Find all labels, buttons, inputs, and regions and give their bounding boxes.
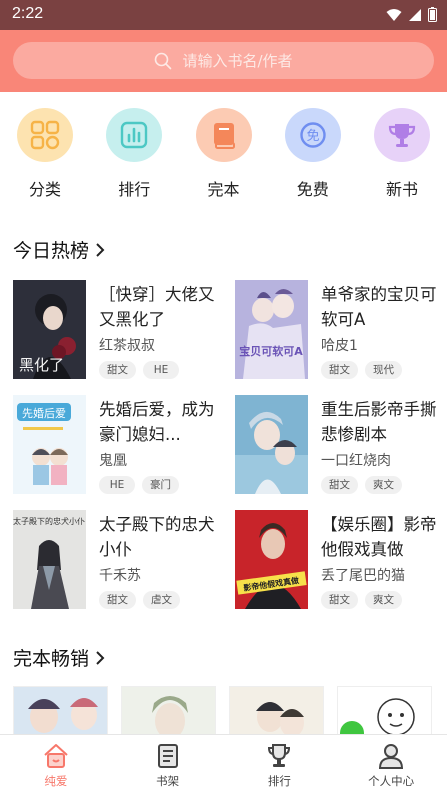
book-cover: 影帝他假戏真做 bbox=[235, 510, 308, 609]
category-label: 完本 bbox=[207, 180, 240, 199]
book-title: 单爷家的宝贝可软可A bbox=[321, 285, 437, 329]
book-tag: 现代 bbox=[365, 361, 402, 379]
book-card[interactable]: 宝贝可软可A 单爷家的宝贝可软可A 哈皮1 甜文 现代 bbox=[235, 280, 440, 380]
tab-label: 书架 bbox=[156, 774, 180, 788]
grid-icon bbox=[17, 108, 73, 162]
book-author: 红茶叔叔 bbox=[99, 338, 155, 354]
search-input[interactable]: 请输入书名/作者 bbox=[13, 42, 434, 79]
book-title: 先婚后爱，成为豪门媳妇... bbox=[99, 400, 215, 444]
book-tag: HE bbox=[143, 361, 179, 379]
finished-section-title[interactable]: 完本畅销 bbox=[13, 644, 105, 671]
book-icon bbox=[195, 108, 252, 162]
finished-book-shelf bbox=[13, 686, 447, 734]
book-card[interactable]: 黑化了 ［快穿］大佬又又黑化了 红茶叔叔 甜文 HE bbox=[13, 280, 218, 380]
status-time: 2:22 bbox=[12, 5, 44, 22]
book-author: 鬼凰 bbox=[99, 453, 127, 469]
finished-title-text: 完本畅销 bbox=[13, 648, 90, 670]
chevron-right-icon bbox=[96, 650, 105, 665]
trophy-icon bbox=[374, 108, 430, 162]
book-tags: 甜文 HE bbox=[99, 361, 179, 379]
book-cover: 先婚后爱 bbox=[13, 395, 86, 494]
category-row: 分类 排行 完本 免 免费 新书 bbox=[0, 108, 447, 200]
book-cover[interactable] bbox=[337, 686, 432, 734]
category-new[interactable]: 新书 bbox=[373, 108, 431, 200]
free-icon: 免 bbox=[284, 108, 341, 162]
book-cover: 太子殿下的忠犬小仆 bbox=[13, 510, 86, 609]
hot-section-title[interactable]: 今日热榜 bbox=[13, 236, 105, 263]
status-bar: 2:22 bbox=[0, 0, 447, 30]
user-icon bbox=[379, 744, 404, 769]
book-card[interactable]: 太子殿下的忠犬小仆 太子殿下的忠犬小仆 千禾苏 甜文 虐文 bbox=[13, 510, 218, 610]
tab-bookshelf[interactable]: 书架 bbox=[112, 735, 224, 795]
tab-label: 纯爱 bbox=[44, 774, 68, 788]
book-title: 【娱乐圈】影帝他假戏真做 bbox=[321, 515, 437, 559]
book-author: 千禾苏 bbox=[99, 568, 141, 584]
chevron-right-icon bbox=[96, 242, 105, 257]
cover-title-text: 先婚后爱 bbox=[22, 406, 66, 420]
book-tag: 爽文 bbox=[365, 591, 402, 609]
book-author: 哈皮1 bbox=[321, 338, 358, 354]
cover-title-text: 宝贝可软可A bbox=[239, 344, 303, 358]
book-cover[interactable] bbox=[13, 686, 108, 734]
book-tag: 甜文 bbox=[99, 361, 136, 379]
tab-ranking[interactable]: 排行 bbox=[224, 735, 336, 795]
chart-icon bbox=[106, 108, 163, 162]
book-cover: 宝贝可软可A bbox=[235, 280, 308, 379]
book-tags: 甜文 爽文 bbox=[321, 476, 402, 494]
svg-text:免: 免 bbox=[306, 129, 319, 144]
category-label: 排行 bbox=[118, 180, 151, 199]
cover-title-text: 太子殿下的忠犬小仆 bbox=[13, 516, 85, 526]
book-tag: 甜文 bbox=[321, 591, 358, 609]
book-tags: 甜文 虐文 bbox=[99, 591, 180, 609]
house-icon bbox=[44, 744, 68, 768]
category-label: 免费 bbox=[296, 180, 329, 199]
book-tags: 甜文 爽文 bbox=[321, 591, 402, 609]
book-title: 太子殿下的忠犬小仆 bbox=[99, 515, 215, 559]
trophy-icon bbox=[268, 744, 291, 767]
cover-title-text: 黑化了 bbox=[19, 356, 64, 374]
book-author: 丢了尾巴的猫 bbox=[321, 568, 405, 584]
bottom-tab-bar: 纯爱 书架 排行 个人中心 bbox=[0, 734, 447, 795]
book-title: 重生后影帝手撕悲惨剧本 bbox=[321, 400, 437, 444]
signal-icon bbox=[409, 8, 421, 21]
status-icons bbox=[386, 7, 437, 22]
tab-romance[interactable]: 纯爱 bbox=[0, 735, 112, 795]
bookshelf-icon bbox=[157, 744, 178, 768]
book-tag: 豪门 bbox=[142, 476, 179, 494]
header: 请输入书名/作者 bbox=[0, 30, 447, 92]
category-classify[interactable]: 分类 bbox=[16, 108, 74, 200]
tab-label: 排行 bbox=[267, 774, 291, 788]
book-tags: 甜文 现代 bbox=[321, 361, 402, 379]
category-finished[interactable]: 完本 bbox=[195, 108, 253, 200]
book-tag: 甜文 bbox=[321, 361, 358, 379]
book-tag: 甜文 bbox=[321, 476, 358, 494]
category-label: 分类 bbox=[28, 180, 61, 199]
book-cover[interactable] bbox=[121, 686, 216, 734]
search-icon bbox=[155, 52, 172, 69]
book-tag: 甜文 bbox=[99, 591, 136, 609]
app-screen: 2:22 请输入书名/作者 分类 排行 完本 免 免费 新书 今日热榜 黑化了 … bbox=[0, 0, 447, 795]
book-card[interactable]: 重生后影帝手撕悲惨剧本 一口红烧肉 甜文 爽文 bbox=[235, 395, 440, 495]
book-cover: 黑化了 bbox=[13, 280, 86, 379]
book-tag: 爽文 bbox=[365, 476, 402, 494]
search-placeholder: 请输入书名/作者 bbox=[182, 52, 293, 70]
category-free[interactable]: 免 免费 bbox=[284, 108, 342, 200]
book-card[interactable]: 影帝他假戏真做 【娱乐圈】影帝他假戏真做 丢了尾巴的猫 甜文 爽文 bbox=[235, 510, 440, 610]
category-label: 新书 bbox=[385, 180, 418, 199]
book-tag: 虐文 bbox=[143, 591, 180, 609]
book-card[interactable]: 先婚后爱 先婚后爱，成为豪门媳妇... 鬼凰 HE 豪门 bbox=[13, 395, 218, 495]
battery-icon bbox=[428, 7, 437, 22]
tab-profile[interactable]: 个人中心 bbox=[335, 735, 447, 795]
book-tags: HE 豪门 bbox=[99, 476, 179, 494]
book-tag: HE bbox=[99, 476, 135, 494]
category-rank[interactable]: 排行 bbox=[105, 108, 163, 200]
book-cover[interactable] bbox=[229, 686, 324, 734]
book-cover bbox=[235, 395, 308, 494]
book-author: 一口红烧肉 bbox=[321, 453, 391, 469]
hot-title-text: 今日热榜 bbox=[13, 240, 90, 262]
wifi-icon bbox=[386, 8, 402, 21]
book-title: ［快穿］大佬又又黑化了 bbox=[99, 285, 215, 329]
tab-label: 个人中心 bbox=[368, 774, 415, 788]
